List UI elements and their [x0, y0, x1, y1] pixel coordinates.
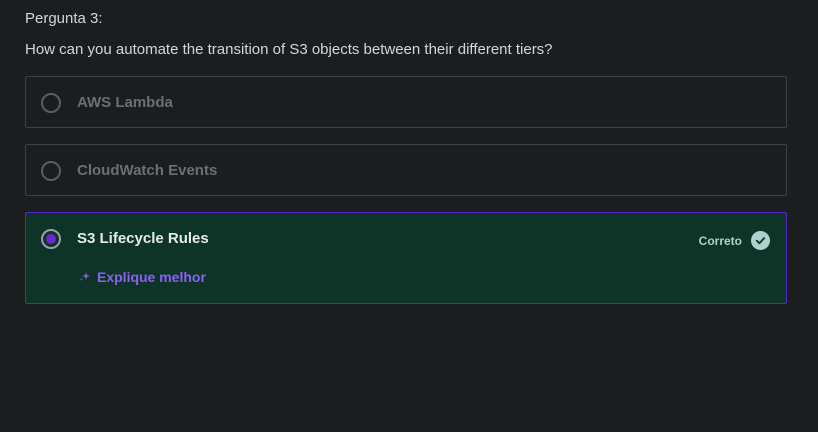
answer-option-3-correct[interactable]: S3 Lifecycle Rules Correto Explique melh…	[25, 212, 787, 304]
radio-button-selected[interactable]	[41, 229, 61, 249]
answer-option-label: CloudWatch Events	[77, 162, 218, 179]
explain-more-label: Explique melhor	[97, 269, 206, 285]
answer-option-2[interactable]: CloudWatch Events	[25, 144, 787, 196]
answer-option-label: S3 Lifecycle Rules	[77, 230, 209, 247]
question-text: How can you automate the transition of S…	[25, 41, 553, 58]
check-circle-icon	[751, 231, 770, 250]
correct-indicator: Correto	[699, 231, 770, 250]
quiz-question-panel: Pergunta 3: How can you automate the tra…	[0, 0, 818, 432]
sparkle-icon	[80, 272, 90, 281]
question-number: Pergunta 3:	[25, 10, 103, 27]
radio-button[interactable]	[41, 93, 61, 113]
radio-button[interactable]	[41, 161, 61, 181]
answer-option-label: AWS Lambda	[77, 94, 173, 111]
correct-status-label: Correto	[698, 233, 742, 248]
explain-more-button[interactable]: Explique melhor	[79, 269, 206, 285]
answer-option-1[interactable]: AWS Lambda	[25, 76, 787, 128]
